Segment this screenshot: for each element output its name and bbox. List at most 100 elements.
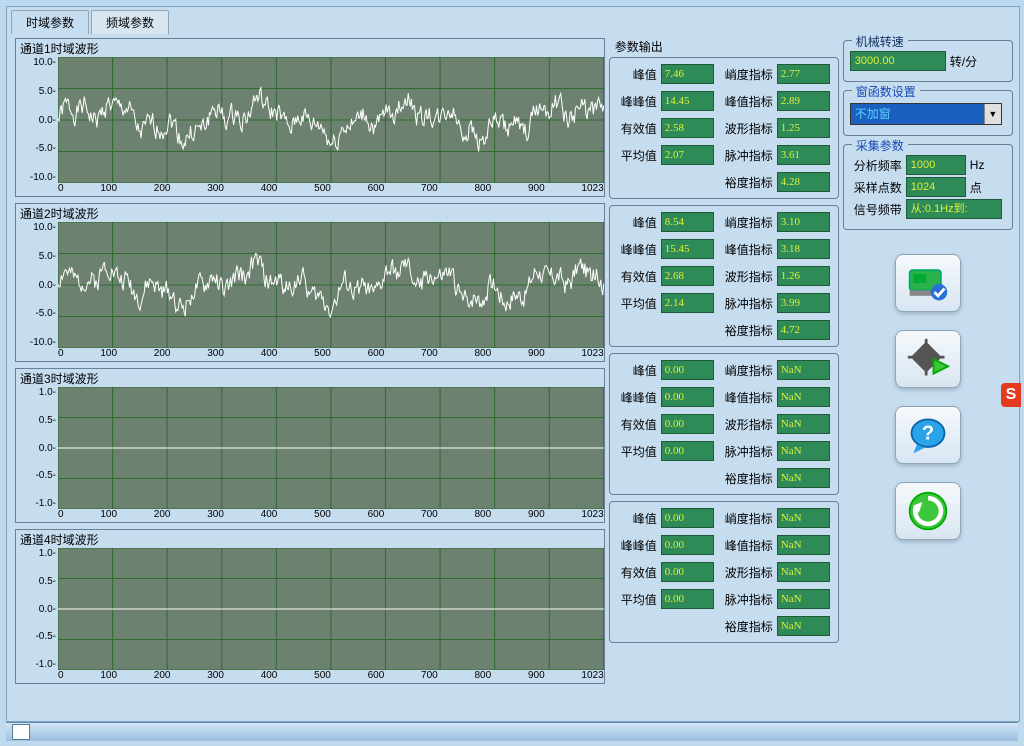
- param-row: 波形指标 1.25: [714, 118, 830, 138]
- board-check-icon: [906, 261, 950, 305]
- param-value: 4.72: [777, 320, 830, 340]
- param-label: 平均值: [614, 147, 657, 164]
- params-title: 参数输出: [609, 38, 839, 57]
- param-label: 波形指标: [714, 416, 773, 433]
- side-badge[interactable]: S: [1001, 383, 1021, 407]
- param-row: 脉冲指标 3.99: [714, 293, 830, 313]
- chart-3-plot[interactable]: [58, 387, 604, 509]
- chart-4-title: 通道4时域波形: [16, 530, 604, 548]
- param-label: 平均值: [614, 295, 657, 312]
- param-value: NaN: [777, 562, 830, 582]
- param-label: 峰值指标: [714, 537, 773, 554]
- param-row: 峭度指标 NaN: [714, 508, 830, 528]
- sample-count-unit: 点: [970, 179, 982, 196]
- param-label: 峭度指标: [714, 214, 773, 231]
- chart-4-plot[interactable]: [58, 548, 604, 670]
- param-label: 波形指标: [714, 268, 773, 285]
- param-row: 峰峰值 0.00: [614, 387, 714, 407]
- chart-2-plot[interactable]: [58, 222, 604, 348]
- param-label: 有效值: [614, 268, 657, 285]
- param-label: 裕度指标: [714, 322, 773, 339]
- param-value: 0.00: [661, 562, 714, 582]
- param-label: 峭度指标: [714, 66, 773, 83]
- tab-time-domain[interactable]: 时域参数: [11, 10, 89, 34]
- param-label: 峰值: [614, 214, 657, 231]
- param-label: 平均值: [614, 591, 657, 608]
- param-value: 0.00: [661, 508, 714, 528]
- chart-2: 通道2时域波形 10.0-5.0-0.0--5.0--10.0- 0100200…: [15, 203, 605, 362]
- analysis-freq-value[interactable]: 1000: [906, 155, 966, 175]
- sample-count-value[interactable]: 1024: [906, 177, 966, 197]
- chart-4-xaxis: 01002003004005006007008009001023: [16, 670, 604, 683]
- save-button[interactable]: [895, 254, 961, 312]
- param-value: NaN: [777, 360, 830, 380]
- param-output-4: 峰值 0.00 峰峰值 0.00 有效值 0.00 平均值 0.00 峭度指标 …: [609, 501, 839, 643]
- param-row: 峰值指标 2.89: [714, 91, 830, 111]
- tab-freq-domain[interactable]: 频域参数: [91, 10, 169, 34]
- param-output-3: 峰值 0.00 峰峰值 0.00 有效值 0.00 平均值 0.00 峭度指标 …: [609, 353, 839, 495]
- param-row: 峰值 8.54: [614, 212, 714, 232]
- param-label: 峰值指标: [714, 93, 773, 110]
- param-value: NaN: [777, 616, 830, 636]
- chart-2-xaxis: 01002003004005006007008009001023: [16, 348, 604, 361]
- param-label: 峰值: [614, 362, 657, 379]
- chart-4: 通道4时域波形 1.0-0.5-0.0--0.5--1.0- 010020030…: [15, 529, 605, 684]
- param-row: 峰值 0.00: [614, 508, 714, 528]
- param-output-1: 峰值 7.46 峰峰值 14.45 有效值 2.58 平均值 2.07 峭度指标…: [609, 57, 839, 199]
- param-row: 峰峰值 14.45: [614, 91, 714, 111]
- group-acquire: 采集参数 分析频率 1000 Hz 采样点数 1024 点 信号频带 从:0.1…: [843, 144, 1013, 230]
- group-speed: 机械转速 3000.00 转/分: [843, 40, 1013, 82]
- chart-1: 通道1时域波形 10.0-5.0-0.0--5.0--10.0- 0100200…: [15, 38, 605, 197]
- param-row: 裕度指标 4.28: [714, 172, 830, 192]
- param-value: 3.99: [777, 293, 830, 313]
- chart-3-title: 通道3时域波形: [16, 369, 604, 387]
- group-speed-title: 机械转速: [852, 33, 908, 50]
- param-value: 7.46: [661, 64, 714, 84]
- analysis-freq-label: 分析频率: [850, 157, 902, 174]
- chevron-down-icon[interactable]: ▼: [984, 104, 1001, 124]
- run-button[interactable]: [895, 330, 961, 388]
- refresh-button[interactable]: [895, 482, 961, 540]
- param-row: 峰值指标 NaN: [714, 387, 830, 407]
- chart-1-plot[interactable]: [58, 57, 604, 183]
- param-value: NaN: [777, 414, 830, 434]
- chart-4-yaxis: 1.0-0.5-0.0--0.5--1.0-: [16, 548, 58, 670]
- param-label: 峰峰值: [614, 93, 657, 110]
- param-value: NaN: [777, 441, 830, 461]
- param-label: 脉冲指标: [714, 591, 773, 608]
- param-value: 0.00: [661, 535, 714, 555]
- param-label: 峰峰值: [614, 537, 657, 554]
- help-button[interactable]: ?: [895, 406, 961, 464]
- svg-text:?: ?: [922, 423, 934, 445]
- refresh-icon: [906, 489, 950, 533]
- param-row: 裕度指标 NaN: [714, 616, 830, 636]
- param-value: 2.14: [661, 293, 714, 313]
- param-row: 峭度指标 3.10: [714, 212, 830, 232]
- param-label: 有效值: [614, 416, 657, 433]
- param-row: 有效值 2.58: [614, 118, 714, 138]
- param-value: 2.07: [661, 145, 714, 165]
- param-value: 2.89: [777, 91, 830, 111]
- param-label: 波形指标: [714, 120, 773, 137]
- param-row: 峰值指标 NaN: [714, 535, 830, 555]
- group-acquire-title: 采集参数: [852, 137, 908, 154]
- chart-1-yaxis: 10.0-5.0-0.0--5.0--10.0-: [16, 57, 58, 183]
- taskbar-app-icon[interactable]: [12, 724, 30, 740]
- chart-3: 通道3时域波形 1.0-0.5-0.0--0.5--1.0- 010020030…: [15, 368, 605, 523]
- param-label: 脉冲指标: [714, 443, 773, 460]
- param-value: 2.58: [661, 118, 714, 138]
- param-label: 裕度指标: [714, 618, 773, 635]
- param-row: 平均值 2.07: [614, 145, 714, 165]
- param-row: 波形指标 1.26: [714, 266, 830, 286]
- params-column: 参数输出 峰值 7.46 峰峰值 14.45 有效值 2.58 平均值 2.07…: [605, 34, 839, 722]
- param-row: 裕度指标 NaN: [714, 468, 830, 488]
- charts-column: 通道1时域波形 10.0-5.0-0.0--5.0--10.0- 0100200…: [7, 34, 605, 722]
- param-value: NaN: [777, 468, 830, 488]
- window-select[interactable]: 不加窗 ▼: [850, 103, 1002, 125]
- param-value: 0.00: [661, 360, 714, 380]
- app-window: 时域参数 频域参数 通道1时域波形 10.0-5.0-0.0--5.0--10.…: [6, 6, 1020, 722]
- param-label: 有效值: [614, 564, 657, 581]
- param-row: 峭度指标 2.77: [714, 64, 830, 84]
- param-row: 平均值 0.00: [614, 589, 714, 609]
- param-output-2: 峰值 8.54 峰峰值 15.45 有效值 2.68 平均值 2.14 峭度指标…: [609, 205, 839, 347]
